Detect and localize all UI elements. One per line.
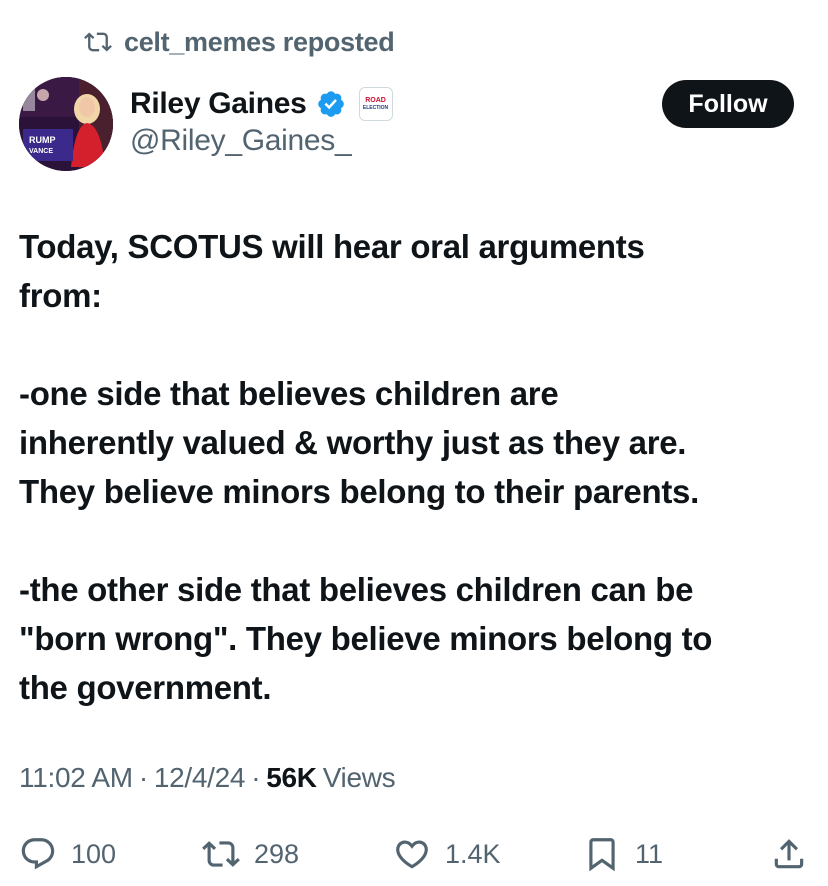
- share-button[interactable]: [770, 828, 808, 880]
- like-count: 1.4K: [445, 838, 501, 869]
- bookmark-count: 11: [635, 838, 664, 869]
- repost-header[interactable]: celt_memes reposted: [84, 24, 395, 60]
- avatar[interactable]: RUMP VANCE: [19, 77, 113, 171]
- display-name[interactable]: Riley Gaines: [130, 87, 307, 121]
- tweet-date[interactable]: 12/4/24: [154, 762, 246, 794]
- views-label: Views: [322, 762, 396, 793]
- author-name-row: Riley Gaines ROAD ELECTION: [130, 82, 393, 126]
- like-button[interactable]: 1.4K: [393, 828, 501, 880]
- repost-count: 298: [254, 838, 300, 869]
- tweet-text: Today, SCOTUS will hear oral arguments f…: [19, 228, 713, 706]
- share-icon: [774, 839, 804, 869]
- meta-separator: ·: [138, 762, 148, 793]
- affiliate-badge-line2: ELECTION: [362, 105, 389, 111]
- bookmark-icon: [589, 838, 615, 872]
- affiliate-badge[interactable]: ROAD ELECTION: [358, 87, 393, 121]
- reply-count: 100: [71, 838, 117, 869]
- tweet-time[interactable]: 11:02 AM: [19, 762, 133, 794]
- follow-button[interactable]: Follow: [662, 80, 794, 128]
- meta-separator: ·: [251, 762, 261, 793]
- affiliate-badge-line1: ROAD: [365, 97, 386, 104]
- views-count: 56K: [266, 762, 317, 793]
- repost-icon: [84, 32, 112, 52]
- reply-button[interactable]: 100: [19, 828, 116, 880]
- user-handle[interactable]: @Riley_Gaines_: [130, 124, 352, 158]
- repost-text[interactable]: celt_memes reposted: [124, 27, 395, 58]
- bookmark-button[interactable]: 11: [583, 828, 663, 880]
- like-icon: [396, 840, 428, 869]
- repost-button[interactable]: 298: [202, 828, 299, 880]
- avatar-sign-line1: RUMP: [29, 135, 56, 145]
- verified-badge-icon[interactable]: [316, 89, 346, 119]
- repost-icon: [202, 841, 240, 867]
- avatar-sign-line2: VANCE: [29, 148, 53, 155]
- tweet-meta: 11:02 AM · 12/4/24 · 56K Views: [19, 762, 396, 794]
- reply-icon: [21, 838, 55, 870]
